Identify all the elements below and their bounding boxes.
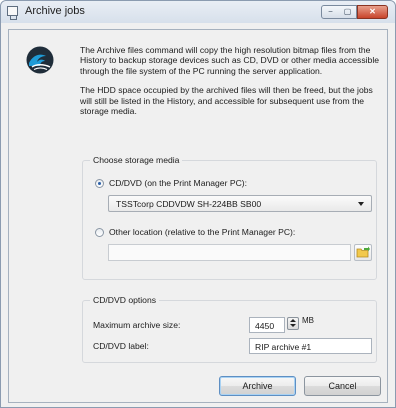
cd-dvd-radio[interactable] xyxy=(95,179,104,188)
drive-select[interactable]: TSSTcorp CDDVDW SH-224BB SB00 xyxy=(108,195,372,212)
drive-select-value: TSSTcorp CDDVDW SH-224BB SB00 xyxy=(116,199,262,209)
cd-dvd-options-caption: CD/DVD options xyxy=(90,295,160,305)
cancel-button[interactable]: Cancel xyxy=(304,376,381,396)
cd-dvd-options-group: CD/DVD options Maximum archive size: 445… xyxy=(82,295,377,363)
wave-logo-icon xyxy=(26,46,54,74)
other-location-radio[interactable] xyxy=(95,228,104,237)
max-archive-size-spinner[interactable] xyxy=(287,317,299,330)
chevron-down-icon xyxy=(358,202,364,206)
max-archive-size-label: Maximum archive size: xyxy=(93,320,181,330)
close-button[interactable]: ✕ xyxy=(357,5,388,19)
cd-dvd-label-label: CD/DVD label: xyxy=(93,341,149,351)
window-icon xyxy=(7,6,18,20)
intro-paragraph-2: The HDD space occupied by the archived f… xyxy=(80,85,373,117)
archive-jobs-dialog: Archive jobs − ▢ ✕ The Archive files com… xyxy=(0,0,396,408)
intro-text: The Archive files command will copy the … xyxy=(80,45,380,125)
archive-button[interactable]: Archive xyxy=(219,376,296,396)
window-title: Archive jobs xyxy=(25,5,85,17)
browse-folder-button[interactable] xyxy=(354,244,372,261)
max-archive-size-unit: MB xyxy=(302,316,314,325)
intro-paragraph-1: The Archive files command will copy the … xyxy=(80,45,380,76)
cd-dvd-label-input[interactable]: RIP archive #1 xyxy=(249,338,372,354)
folder-browse-icon xyxy=(356,246,370,258)
storage-media-group: Choose storage media CD/DVD (on the Prin… xyxy=(82,155,377,280)
other-location-path-input[interactable] xyxy=(108,244,351,261)
title-bar[interactable]: Archive jobs − ▢ ✕ xyxy=(1,1,395,23)
storage-media-caption: Choose storage media xyxy=(90,155,183,165)
minimize-button[interactable]: − xyxy=(321,5,340,19)
max-archive-size-input[interactable]: 4450 xyxy=(249,317,285,333)
cd-dvd-radio-label[interactable]: CD/DVD (on the Print Manager PC): xyxy=(109,178,247,188)
dialog-body: The Archive files command will copy the … xyxy=(8,29,388,403)
other-location-radio-label[interactable]: Other location (relative to the Print Ma… xyxy=(109,227,295,237)
maximize-button[interactable]: ▢ xyxy=(339,5,357,19)
